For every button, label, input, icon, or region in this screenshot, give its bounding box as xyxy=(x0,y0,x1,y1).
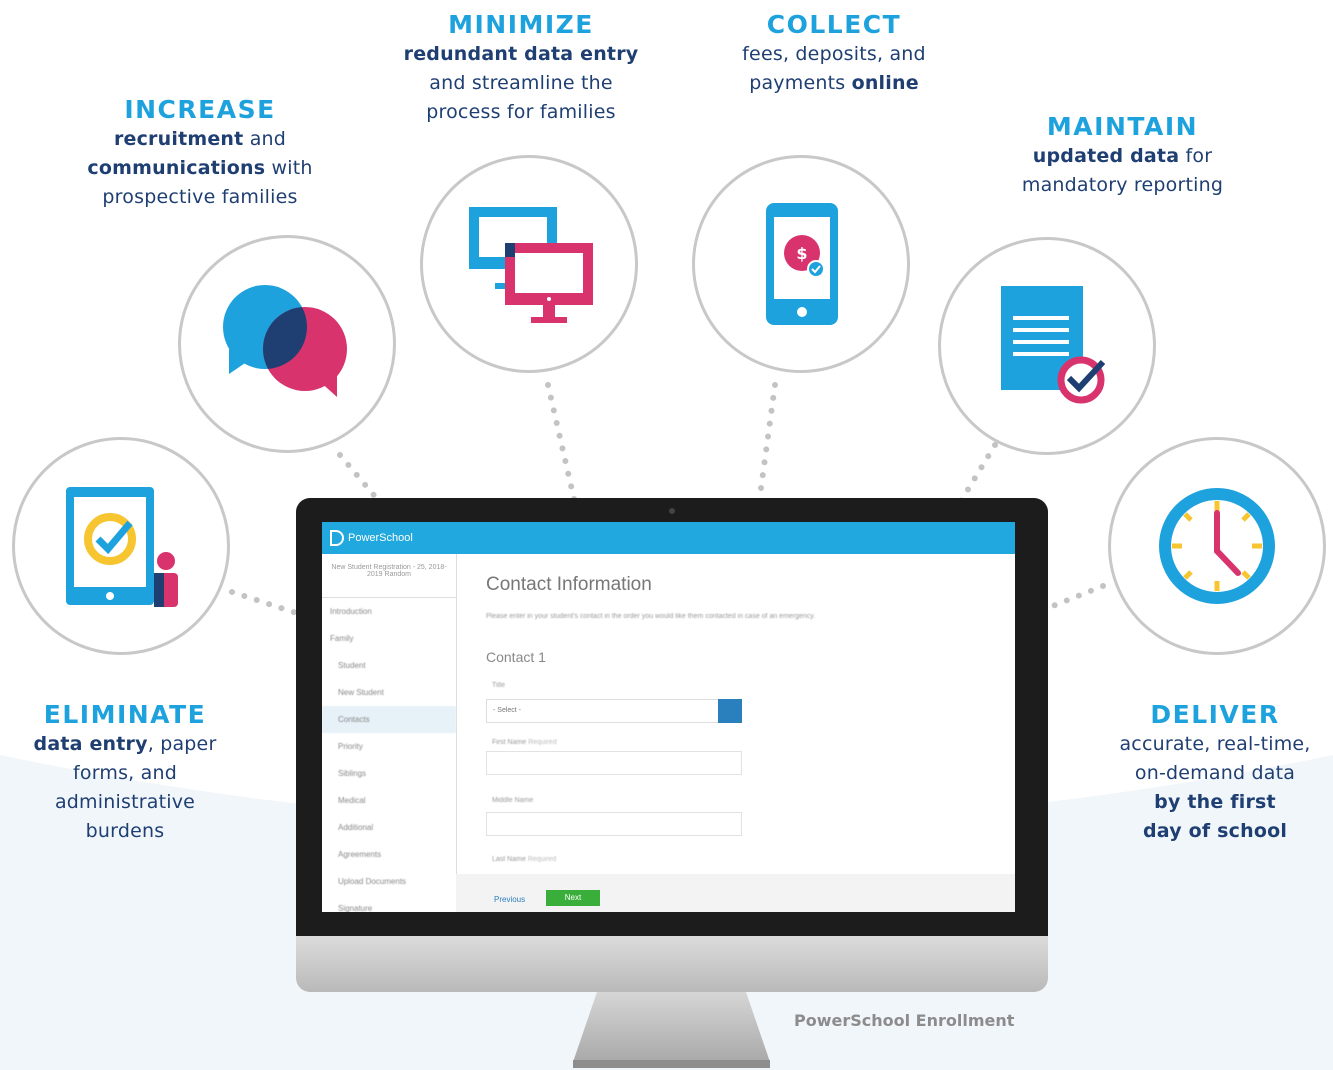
sidebar-item-contacts[interactable]: Contacts xyxy=(322,706,456,733)
app-brand: PowerSchool xyxy=(348,532,413,544)
form-footer xyxy=(456,874,1015,912)
first-name-hint: Required xyxy=(528,739,557,746)
sidebar-item-upload-documents[interactable]: Upload Documents xyxy=(322,868,456,895)
middle-name-field[interactable] xyxy=(486,812,742,836)
form-content: Contact Information Please enter in your… xyxy=(456,554,1015,912)
monitor: PowerSchool New Student Registration - 2… xyxy=(296,498,1048,995)
previous-link[interactable]: Previous xyxy=(494,895,525,904)
sidebar-item-signature[interactable]: Signature xyxy=(322,895,456,912)
sidebar-item-agreements[interactable]: Agreements xyxy=(322,841,456,868)
next-button[interactable]: Next xyxy=(546,890,600,906)
sidebar-item-student[interactable]: Student xyxy=(322,652,456,679)
app-topbar: PowerSchool xyxy=(322,522,1015,554)
app-screen: PowerSchool New Student Registration - 2… xyxy=(322,522,1015,912)
powerschool-logo-icon xyxy=(330,530,344,546)
sidebar: New Student Registration - 25, 2018-2019… xyxy=(322,554,457,912)
footer-brand: PowerSchool Enrollment xyxy=(794,1011,1015,1030)
first-name-field[interactable] xyxy=(486,751,742,775)
sidebar-item-additional[interactable]: Additional xyxy=(322,814,456,841)
sidebar-item-medical[interactable]: Medical xyxy=(322,787,456,814)
section-title: Contact 1 xyxy=(486,649,546,665)
sidebar-item-siblings[interactable]: Siblings xyxy=(322,760,456,787)
sidebar-item-new-student[interactable]: New Student xyxy=(322,679,456,706)
camera-icon xyxy=(669,508,675,514)
sidebar-item-priority[interactable]: Priority xyxy=(322,733,456,760)
monitor-chin xyxy=(296,936,1048,992)
page-title: Contact Information xyxy=(486,574,652,595)
last-name-hint: Required xyxy=(527,856,557,863)
middle-name-label: Middle Name xyxy=(492,797,534,804)
sidebar-item-family[interactable]: Family xyxy=(322,625,456,652)
title-label: Title xyxy=(492,682,505,689)
monitor-bezel: PowerSchool New Student Registration - 2… xyxy=(296,498,1048,936)
page-description: Please enter in your student's contact i… xyxy=(486,613,816,620)
last-name-label-text: Last Name xyxy=(492,856,526,863)
last-name-label: Last Name Required xyxy=(492,856,556,863)
sidebar-header: New Student Registration - 25, 2018-2019… xyxy=(322,554,456,598)
sidebar-item-introduction[interactable]: Introduction xyxy=(322,598,456,625)
chevron-down-icon[interactable] xyxy=(718,699,742,723)
title-select[interactable]: - Select - xyxy=(486,699,742,723)
first-name-label: First Name Required xyxy=(492,739,557,746)
first-name-label-text: First Name xyxy=(492,739,527,746)
